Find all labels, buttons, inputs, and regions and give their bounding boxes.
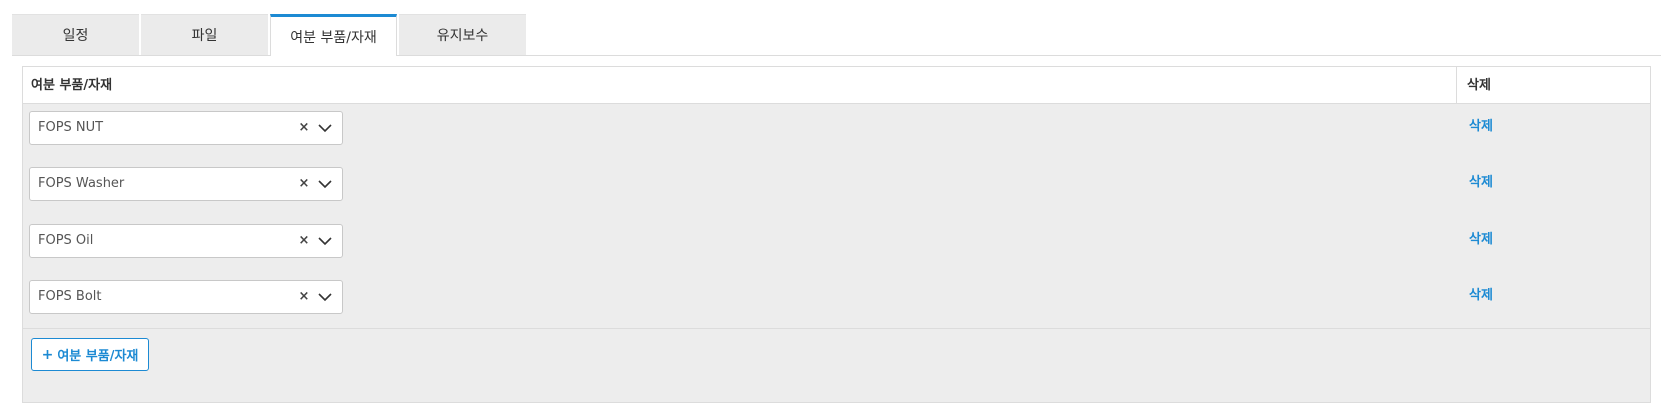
part-select[interactable]: FOPS Oil × <box>29 224 343 258</box>
close-icon[interactable]: × <box>298 177 310 191</box>
tab-label: 일정 <box>62 28 89 44</box>
part-select[interactable]: FOPS NUT × <box>29 111 343 145</box>
tab-maintenance[interactable]: 유지보수 <box>399 14 526 55</box>
plus-icon: + <box>41 346 54 363</box>
select-value: FOPS Oil <box>38 233 94 248</box>
tab-spare-parts[interactable]: 여분 부품/자재 <box>270 14 397 56</box>
part-select[interactable]: FOPS Bolt × <box>29 280 343 314</box>
chevron-down-icon[interactable] <box>317 178 333 190</box>
table-header: 여분 부품/자재 삭제 <box>23 67 1650 104</box>
table-row: FOPS Oil × 삭제 <box>23 224 1650 284</box>
column-divider <box>1456 67 1457 104</box>
delete-link[interactable]: 삭제 <box>1469 280 1493 312</box>
table-row: FOPS Bolt × 삭제 <box>23 280 1650 340</box>
table-row: FOPS Washer × 삭제 <box>23 167 1650 227</box>
tab-bar: 일정 파일 여분 부품/자재 유지보수 <box>12 14 528 56</box>
delete-link[interactable]: 삭제 <box>1469 111 1493 143</box>
select-value: FOPS Washer <box>38 176 125 191</box>
select-value: FOPS NUT <box>38 120 104 135</box>
tab-label: 파일 <box>191 28 218 44</box>
chevron-down-icon[interactable] <box>317 291 333 303</box>
tab-files[interactable]: 파일 <box>141 14 268 55</box>
delete-link[interactable]: 삭제 <box>1469 167 1493 199</box>
tab-label: 여분 부품/자재 <box>290 29 377 46</box>
tab-divider <box>12 55 1661 56</box>
add-button-label: 여분 부품/자재 <box>57 349 139 364</box>
select-value: FOPS Bolt <box>38 289 102 304</box>
chevron-down-icon[interactable] <box>317 235 333 247</box>
add-spare-part-button[interactable]: + 여분 부품/자재 <box>31 338 149 371</box>
tab-schedule[interactable]: 일정 <box>12 14 139 55</box>
column-header-name: 여분 부품/자재 <box>31 78 113 93</box>
part-select[interactable]: FOPS Washer × <box>29 167 343 201</box>
tab-label: 유지보수 <box>436 28 489 44</box>
close-icon[interactable]: × <box>298 290 310 304</box>
close-icon[interactable]: × <box>298 234 310 248</box>
table-row: FOPS NUT × 삭제 <box>23 111 1650 171</box>
delete-link[interactable]: 삭제 <box>1469 224 1493 256</box>
table-footer-divider <box>23 328 1650 329</box>
column-header-delete: 삭제 <box>1467 78 1491 93</box>
spare-parts-panel: 여분 부품/자재 삭제 FOPS NUT × 삭제 FOPS Washer × … <box>22 66 1651 403</box>
chevron-down-icon[interactable] <box>317 122 333 134</box>
close-icon[interactable]: × <box>298 121 310 135</box>
